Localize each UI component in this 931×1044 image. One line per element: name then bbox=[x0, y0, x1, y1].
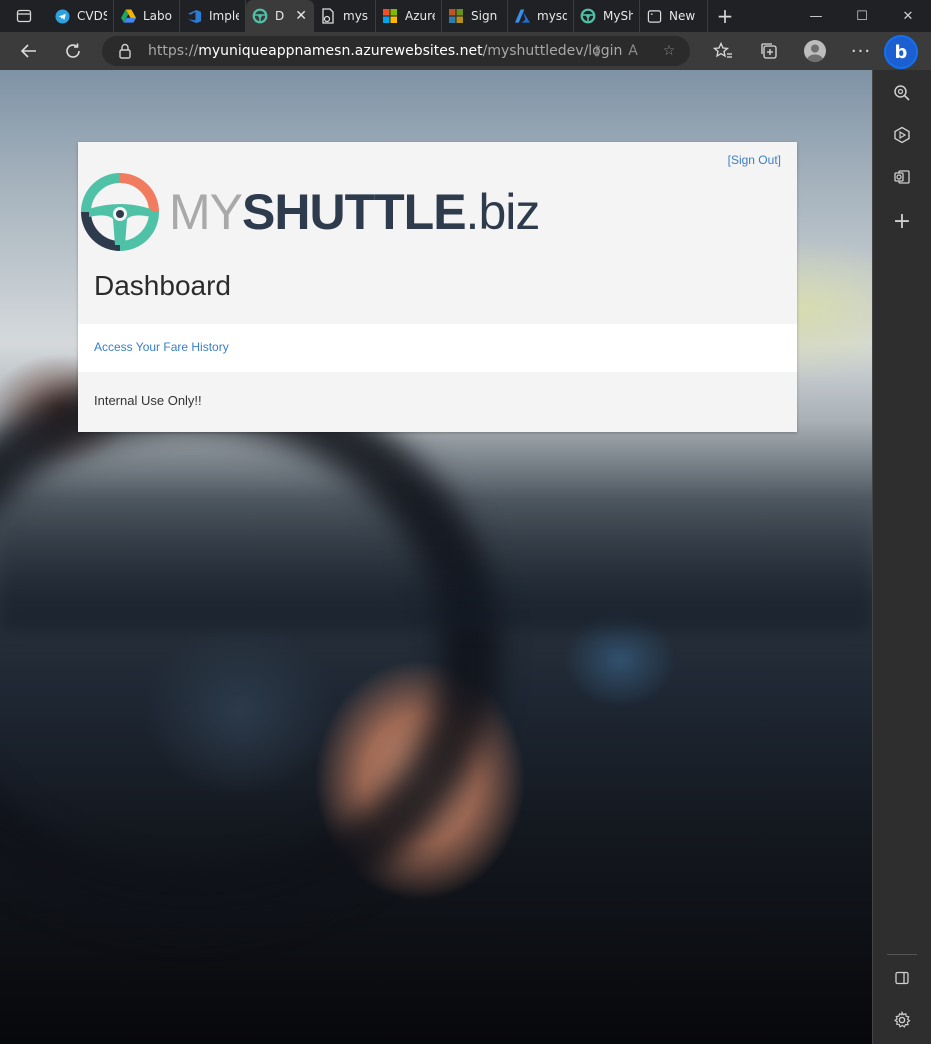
logo-biz: .biz bbox=[465, 184, 541, 240]
settings-more-button[interactable]: ··· bbox=[838, 32, 884, 70]
outlook-icon bbox=[894, 170, 910, 184]
sidebar-settings-button[interactable] bbox=[887, 1005, 917, 1035]
background-image bbox=[0, 370, 500, 930]
google-drive-icon bbox=[120, 8, 136, 24]
minimize-button[interactable]: — bbox=[793, 0, 839, 32]
tab-sign-in[interactable]: Sign bbox=[442, 0, 508, 32]
collections-icon bbox=[761, 43, 777, 59]
new-tab-button[interactable]: + bbox=[708, 0, 742, 32]
sidebar-toggle-button[interactable] bbox=[887, 963, 917, 993]
tab-title: CVDS bbox=[77, 9, 107, 23]
sidebar-outlook-button[interactable] bbox=[887, 162, 917, 192]
plus-icon: + bbox=[716, 4, 734, 28]
fare-history-row: Access Your Fare History bbox=[78, 324, 797, 372]
tab-title: Labor bbox=[143, 9, 173, 23]
tab-azure[interactable]: Azure bbox=[376, 0, 442, 32]
lock-icon[interactable] bbox=[118, 43, 132, 59]
read-aloud-icon[interactable]: A bbox=[622, 40, 644, 62]
myshuttle-icon bbox=[580, 8, 596, 24]
tab-actions-button[interactable] bbox=[0, 0, 48, 32]
tab-myshuttle[interactable]: MySh bbox=[574, 0, 640, 32]
tab-title: New bbox=[669, 9, 696, 23]
logo-shuttle: SHUTTLE bbox=[242, 184, 467, 240]
azure-devops-icon bbox=[186, 8, 202, 24]
sidebar-add-button[interactable]: + bbox=[887, 206, 917, 236]
tab-title: mysh bbox=[343, 9, 369, 23]
plus-icon: + bbox=[892, 208, 912, 234]
bing-chat-button[interactable]: b bbox=[884, 35, 918, 69]
favorites-button[interactable] bbox=[700, 32, 746, 70]
internal-use-note: Internal Use Only!! bbox=[94, 393, 202, 408]
favorites-icon bbox=[713, 42, 732, 58]
tab-strip: CVDS Labor Imple D ✕ mysh Azure Sign mys… bbox=[0, 0, 931, 32]
url-host: myuniqueappnamesn.azurewebsites.net bbox=[198, 43, 483, 59]
tab-title: Sign bbox=[471, 9, 498, 23]
tab-title: D bbox=[275, 9, 285, 23]
microsoft-icon bbox=[382, 8, 398, 24]
browser-toolbar: https://myuniqueappnamesn.azurewebsites.… bbox=[0, 32, 931, 70]
tab-mysh[interactable]: mysh bbox=[314, 0, 376, 32]
document-icon bbox=[320, 8, 336, 24]
edge-sidebar: + bbox=[872, 70, 931, 1044]
new-tab-icon bbox=[646, 8, 662, 24]
dashboard-card: [Sign Out] MYSHUTTLE.biz Dashboard Acces… bbox=[78, 142, 797, 432]
tab-dashboard[interactable]: D ✕ bbox=[246, 0, 314, 32]
tab-cvds[interactable]: CVDS bbox=[48, 0, 114, 32]
tab-mysql[interactable]: mysq bbox=[508, 0, 574, 32]
tab-title: Imple bbox=[209, 9, 239, 23]
sidebar-games-button[interactable] bbox=[887, 120, 917, 150]
refresh-button[interactable] bbox=[54, 32, 92, 70]
back-button[interactable] bbox=[10, 32, 48, 70]
background-image-dashboard bbox=[0, 490, 873, 630]
myshuttle-icon bbox=[252, 8, 268, 24]
page-viewport: [Sign Out] MYSHUTTLE.biz Dashboard Acces… bbox=[0, 70, 873, 1044]
search-icon bbox=[894, 85, 910, 101]
address-bar[interactable]: https://myuniqueappnamesn.azurewebsites.… bbox=[102, 36, 690, 66]
sidebar-divider bbox=[887, 954, 917, 955]
key-icon[interactable]: ⚷ bbox=[586, 40, 608, 62]
url-scheme: https:// bbox=[148, 43, 199, 59]
tab-title: mysq bbox=[537, 9, 567, 23]
hide-sidebar-icon bbox=[895, 971, 909, 985]
more-icon: ··· bbox=[850, 40, 872, 62]
games-icon bbox=[894, 126, 910, 144]
collections-button[interactable] bbox=[746, 32, 792, 70]
tab-labor[interactable]: Labor bbox=[114, 0, 180, 32]
avatar bbox=[804, 40, 826, 62]
page-title: Dashboard bbox=[94, 270, 231, 301]
logo-wordmark: MYSHUTTLE.biz bbox=[169, 181, 541, 243]
bing-icon: b bbox=[894, 41, 908, 63]
back-arrow-icon bbox=[20, 44, 36, 58]
window-controls: — ☐ ✕ bbox=[793, 0, 931, 32]
fare-history-link[interactable]: Access Your Fare History bbox=[94, 340, 229, 354]
microsoft-icon bbox=[448, 8, 464, 24]
tab-title: MySh bbox=[603, 9, 633, 23]
telegram-icon bbox=[54, 8, 70, 24]
sidebar-search-button[interactable] bbox=[887, 78, 917, 108]
myshuttle-logo: MYSHUTTLE.biz bbox=[81, 173, 551, 251]
close-icon[interactable]: ✕ bbox=[295, 8, 307, 24]
sign-out-link[interactable]: [Sign Out] bbox=[728, 153, 781, 167]
profile-button[interactable] bbox=[792, 32, 838, 70]
maximize-button[interactable]: ☐ bbox=[839, 0, 885, 32]
logo-my: MY bbox=[169, 184, 243, 240]
refresh-icon bbox=[66, 43, 80, 58]
azure-icon bbox=[514, 8, 530, 24]
favorite-add-icon[interactable]: ☆ bbox=[658, 40, 680, 62]
close-window-button[interactable]: ✕ bbox=[885, 0, 931, 32]
tab-new[interactable]: New bbox=[640, 0, 708, 32]
gear-icon bbox=[894, 1011, 911, 1028]
steering-wheel-logo-icon bbox=[81, 173, 159, 251]
tab-actions-icon bbox=[16, 9, 32, 23]
tab-title: Azure bbox=[405, 9, 435, 23]
tab-imple[interactable]: Imple bbox=[180, 0, 246, 32]
